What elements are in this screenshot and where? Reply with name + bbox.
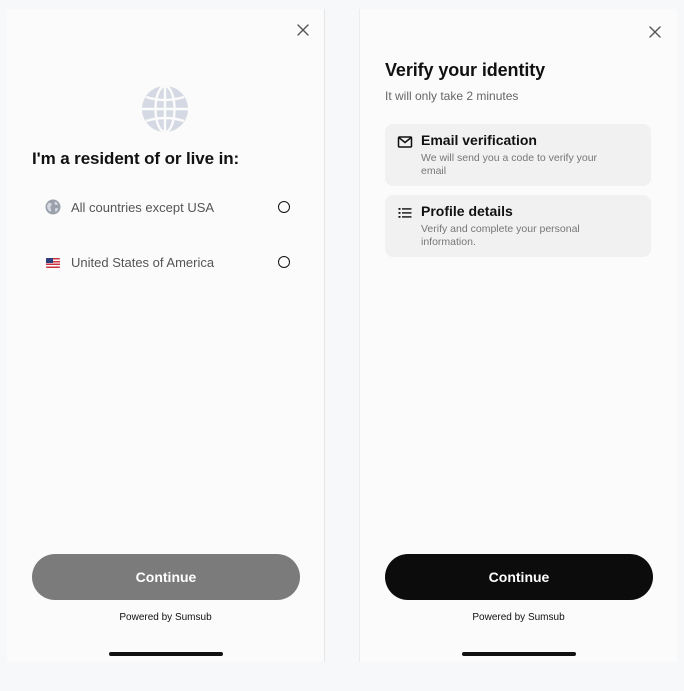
powered-by-label: Powered by Sumsub: [472, 612, 565, 623]
close-icon[interactable]: [295, 22, 311, 38]
step-email-verification: Email verification We will send you a co…: [385, 124, 651, 186]
close-icon[interactable]: [647, 24, 663, 40]
option-label: All countries except USA: [71, 200, 215, 215]
residence-screen: I'm a resident of or live in: All countr…: [7, 9, 325, 662]
envelope-icon: [397, 134, 413, 150]
powered-by-label: Powered by Sumsub: [119, 612, 212, 623]
continue-button[interactable]: Continue: [385, 554, 653, 600]
verify-identity-screen: Verify your identity It will only take 2…: [359, 9, 677, 662]
step-profile-details: Profile details Verify and complete your…: [385, 195, 651, 257]
option-united-states[interactable]: United States of America: [45, 251, 290, 275]
radio-button[interactable]: [278, 201, 290, 213]
globe-icon: [141, 84, 189, 134]
option-all-countries-except-usa[interactable]: All countries except USA: [45, 196, 290, 220]
step-description: We will send you a code to verify your e…: [421, 152, 598, 177]
option-label: United States of America: [71, 255, 215, 270]
home-indicator: [462, 652, 576, 656]
step-description: Verify and complete your personal inform…: [421, 223, 580, 248]
list-icon: [397, 205, 413, 221]
continue-button[interactable]: Continue: [32, 554, 300, 600]
globe-icon: [45, 199, 61, 215]
radio-button[interactable]: [278, 256, 290, 268]
step-title: Email verification: [421, 132, 537, 148]
us-flag-icon: [45, 254, 61, 270]
home-indicator: [109, 652, 223, 656]
page-title: I'm a resident of or live in:: [32, 149, 240, 168]
page-subtitle: It will only take 2 minutes: [385, 89, 519, 103]
page-title: Verify your identity: [385, 60, 546, 80]
step-title: Profile details: [421, 203, 513, 219]
